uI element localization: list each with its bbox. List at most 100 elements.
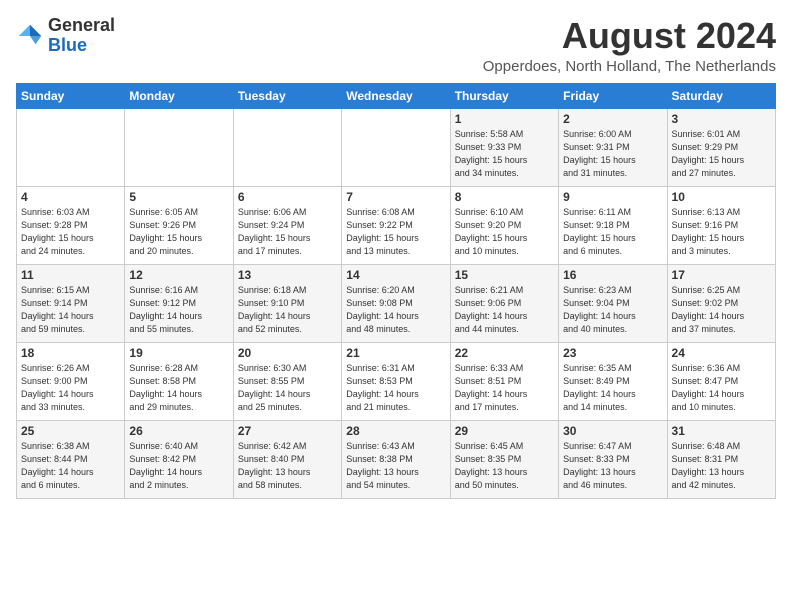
day-number: 15 [455, 268, 554, 282]
day-number: 18 [21, 346, 120, 360]
col-friday: Friday [559, 83, 667, 108]
day-cell [233, 108, 341, 186]
day-number: 24 [672, 346, 771, 360]
day-info: Sunrise: 5:58 AM Sunset: 9:33 PM Dayligh… [455, 128, 554, 180]
day-cell: 2Sunrise: 6:00 AM Sunset: 9:31 PM Daylig… [559, 108, 667, 186]
day-number: 7 [346, 190, 445, 204]
day-number: 1 [455, 112, 554, 126]
day-info: Sunrise: 6:18 AM Sunset: 9:10 PM Dayligh… [238, 284, 337, 336]
day-cell [125, 108, 233, 186]
day-info: Sunrise: 6:30 AM Sunset: 8:55 PM Dayligh… [238, 362, 337, 414]
day-cell [17, 108, 125, 186]
day-info: Sunrise: 6:48 AM Sunset: 8:31 PM Dayligh… [672, 440, 771, 492]
day-info: Sunrise: 6:26 AM Sunset: 9:00 PM Dayligh… [21, 362, 120, 414]
col-sunday: Sunday [17, 83, 125, 108]
day-info: Sunrise: 6:05 AM Sunset: 9:26 PM Dayligh… [129, 206, 228, 258]
header: General Blue August 2024 Opperdoes, Nort… [16, 16, 776, 75]
day-number: 13 [238, 268, 337, 282]
calendar-header: Sunday Monday Tuesday Wednesday Thursday… [17, 83, 776, 108]
day-number: 30 [563, 424, 662, 438]
day-number: 25 [21, 424, 120, 438]
day-cell: 11Sunrise: 6:15 AM Sunset: 9:14 PM Dayli… [17, 264, 125, 342]
day-info: Sunrise: 6:43 AM Sunset: 8:38 PM Dayligh… [346, 440, 445, 492]
day-cell: 25 Sunrise: 6:38 AM Sunset: 8:44 PM Dayli… [17, 420, 125, 498]
calendar-table: Sunday Monday Tuesday Wednesday Thursday… [16, 83, 776, 499]
day-info: Sunrise: 6:45 AM Sunset: 8:35 PM Dayligh… [455, 440, 554, 492]
day-cell: 29 Sunrise: 6:45 AM Sunset: 8:35 PM Dayli… [450, 420, 558, 498]
col-monday: Monday [125, 83, 233, 108]
day-cell: 19Sunrise: 6:28 AM Sunset: 8:58 PM Dayli… [125, 342, 233, 420]
day-info: Sunrise: 6:28 AM Sunset: 8:58 PM Dayligh… [129, 362, 228, 414]
day-info: Sunrise: 6:35 AM Sunset: 8:49 PM Dayligh… [563, 362, 662, 414]
day-cell: 27 Sunrise: 6:42 AM Sunset: 8:40 PM Dayli… [233, 420, 341, 498]
day-info: Sunrise: 6:13 AM Sunset: 9:16 PM Dayligh… [672, 206, 771, 258]
day-number: 26 [129, 424, 228, 438]
day-number: 14 [346, 268, 445, 282]
day-cell: 24Sunrise: 6:36 AM Sunset: 8:47 PM Dayli… [667, 342, 775, 420]
day-cell: 30 Sunrise: 6:47 AM Sunset: 8:33 PM Dayli… [559, 420, 667, 498]
day-cell: 18 Sunrise: 6:26 AM Sunset: 9:00 PM Dayli… [17, 342, 125, 420]
day-info: Sunrise: 6:33 AM Sunset: 8:51 PM Dayligh… [455, 362, 554, 414]
week-row-3: 11Sunrise: 6:15 AM Sunset: 9:14 PM Dayli… [17, 264, 776, 342]
day-info: Sunrise: 6:01 AM Sunset: 9:29 PM Dayligh… [672, 128, 771, 180]
day-cell: 16 Sunrise: 6:23 AM Sunset: 9:04 PM Dayli… [559, 264, 667, 342]
day-info: Sunrise: 6:00 AM Sunset: 9:31 PM Dayligh… [563, 128, 662, 180]
day-info: Sunrise: 6:21 AM Sunset: 9:06 PM Dayligh… [455, 284, 554, 336]
col-tuesday: Tuesday [233, 83, 341, 108]
day-info: Sunrise: 6:10 AM Sunset: 9:20 PM Dayligh… [455, 206, 554, 258]
day-cell: 12 Sunrise: 6:16 AM Sunset: 9:12 PM Dayli… [125, 264, 233, 342]
day-number: 12 [129, 268, 228, 282]
week-row-4: 18 Sunrise: 6:26 AM Sunset: 9:00 PM Dayli… [17, 342, 776, 420]
day-cell: 6 Sunrise: 6:06 AM Sunset: 9:24 PM Daylig… [233, 186, 341, 264]
logo: General Blue [16, 16, 115, 56]
day-info: Sunrise: 6:16 AM Sunset: 9:12 PM Dayligh… [129, 284, 228, 336]
month-title: August 2024 [483, 16, 776, 56]
header-row: Sunday Monday Tuesday Wednesday Thursday… [17, 83, 776, 108]
day-number: 22 [455, 346, 554, 360]
day-number: 3 [672, 112, 771, 126]
day-number: 6 [238, 190, 337, 204]
logo-text: General Blue [48, 16, 115, 56]
day-cell: 23 Sunrise: 6:35 AM Sunset: 8:49 PM Dayli… [559, 342, 667, 420]
day-number: 28 [346, 424, 445, 438]
day-cell: 21Sunrise: 6:31 AM Sunset: 8:53 PM Dayli… [342, 342, 450, 420]
week-row-1: 1 Sunrise: 5:58 AM Sunset: 9:33 PM Daylig… [17, 108, 776, 186]
day-number: 4 [21, 190, 120, 204]
day-cell: 28 Sunrise: 6:43 AM Sunset: 8:38 PM Dayli… [342, 420, 450, 498]
day-info: Sunrise: 6:06 AM Sunset: 9:24 PM Dayligh… [238, 206, 337, 258]
day-cell: 10 Sunrise: 6:13 AM Sunset: 9:16 PM Dayli… [667, 186, 775, 264]
day-info: Sunrise: 6:08 AM Sunset: 9:22 PM Dayligh… [346, 206, 445, 258]
day-info: Sunrise: 6:20 AM Sunset: 9:08 PM Dayligh… [346, 284, 445, 336]
day-cell: 26 Sunrise: 6:40 AM Sunset: 8:42 PM Dayli… [125, 420, 233, 498]
day-info: Sunrise: 6:31 AM Sunset: 8:53 PM Dayligh… [346, 362, 445, 414]
day-info: Sunrise: 6:42 AM Sunset: 8:40 PM Dayligh… [238, 440, 337, 492]
day-info: Sunrise: 6:40 AM Sunset: 8:42 PM Dayligh… [129, 440, 228, 492]
day-number: 10 [672, 190, 771, 204]
title-section: August 2024 Opperdoes, North Holland, Th… [483, 16, 776, 75]
day-cell: 4Sunrise: 6:03 AM Sunset: 9:28 PM Daylig… [17, 186, 125, 264]
day-number: 16 [563, 268, 662, 282]
day-number: 31 [672, 424, 771, 438]
day-cell: 15 Sunrise: 6:21 AM Sunset: 9:06 PM Dayli… [450, 264, 558, 342]
col-thursday: Thursday [450, 83, 558, 108]
day-cell [342, 108, 450, 186]
day-cell: 9 Sunrise: 6:11 AM Sunset: 9:18 PM Daylig… [559, 186, 667, 264]
day-cell: 20 Sunrise: 6:30 AM Sunset: 8:55 PM Dayli… [233, 342, 341, 420]
day-number: 9 [563, 190, 662, 204]
day-number: 29 [455, 424, 554, 438]
day-info: Sunrise: 6:23 AM Sunset: 9:04 PM Dayligh… [563, 284, 662, 336]
day-number: 27 [238, 424, 337, 438]
day-info: Sunrise: 6:15 AM Sunset: 9:14 PM Dayligh… [21, 284, 120, 336]
day-cell: 5Sunrise: 6:05 AM Sunset: 9:26 PM Daylig… [125, 186, 233, 264]
day-cell: 3 Sunrise: 6:01 AM Sunset: 9:29 PM Daylig… [667, 108, 775, 186]
day-cell: 1 Sunrise: 5:58 AM Sunset: 9:33 PM Daylig… [450, 108, 558, 186]
day-info: Sunrise: 6:47 AM Sunset: 8:33 PM Dayligh… [563, 440, 662, 492]
day-info: Sunrise: 6:11 AM Sunset: 9:18 PM Dayligh… [563, 206, 662, 258]
day-number: 23 [563, 346, 662, 360]
day-number: 20 [238, 346, 337, 360]
day-info: Sunrise: 6:38 AM Sunset: 8:44 PM Dayligh… [21, 440, 120, 492]
calendar-body: 1 Sunrise: 5:58 AM Sunset: 9:33 PM Daylig… [17, 108, 776, 498]
day-cell: 13 Sunrise: 6:18 AM Sunset: 9:10 PM Dayli… [233, 264, 341, 342]
day-cell: 14 Sunrise: 6:20 AM Sunset: 9:08 PM Dayli… [342, 264, 450, 342]
day-number: 17 [672, 268, 771, 282]
